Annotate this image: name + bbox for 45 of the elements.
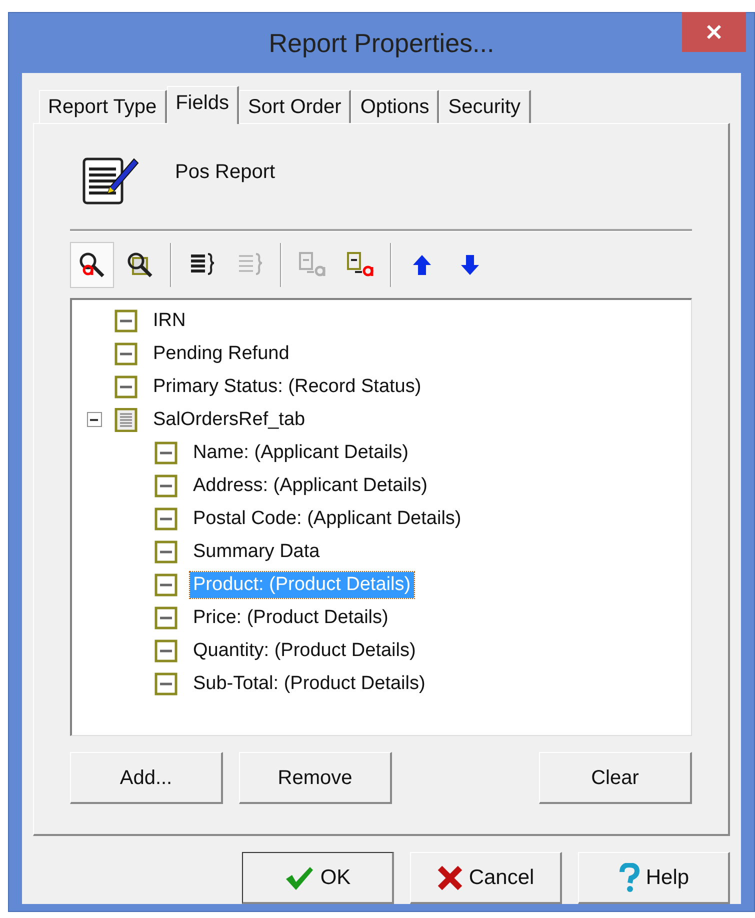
tree-item[interactable]: Price: (Product Details) <box>190 604 392 630</box>
field-icon <box>114 308 138 332</box>
magnifier-icon <box>77 250 107 280</box>
tab[interactable]: Security <box>439 90 530 123</box>
field-icon <box>154 506 178 530</box>
dialog-button[interactable]: Help <box>578 852 730 904</box>
checkmark-icon <box>284 864 314 890</box>
tree-item[interactable]: Name: (Applicant Details) <box>190 440 412 466</box>
tree-item[interactable]: SalOrdersRef_tab <box>150 406 308 432</box>
tree-item[interactable]: Primary Status: (Record Status) <box>150 374 424 400</box>
tree-item[interactable]: Quantity: (Product Details) <box>190 638 419 664</box>
field-icon <box>154 572 178 596</box>
panel-button[interactable]: Clear <box>539 752 692 804</box>
tree-item[interactable]: Summary Data <box>190 538 323 564</box>
tab[interactable]: Sort Order <box>238 90 352 123</box>
panel-button[interactable]: Add... <box>70 752 223 804</box>
field-icon <box>154 606 178 630</box>
table-icon <box>114 408 138 432</box>
magnifier-icon <box>125 250 155 280</box>
toolbar-button[interactable] <box>70 242 114 288</box>
field-icon <box>154 440 178 464</box>
close-icon <box>706 24 722 40</box>
field-icon <box>114 342 138 366</box>
close-button[interactable] <box>682 12 746 52</box>
field-icon <box>154 672 178 696</box>
dialog-button[interactable]: Cancel <box>410 852 562 904</box>
tab[interactable]: Fields <box>166 86 239 124</box>
tree-item[interactable]: Sub-Total: (Product Details) <box>190 670 428 696</box>
tab[interactable]: Options <box>351 90 440 123</box>
window-title: Report Properties... <box>268 26 494 60</box>
tree-item[interactable]: Pending Refund <box>150 340 292 366</box>
x-icon <box>436 864 463 890</box>
tree-item[interactable]: Address: (Applicant Details) <box>190 472 430 498</box>
panel-button[interactable]: Remove <box>239 752 392 804</box>
field-icon <box>114 374 138 398</box>
field-icon <box>154 540 178 564</box>
field-icon <box>154 474 178 498</box>
report-name: Pos Report <box>175 160 276 184</box>
field-icon <box>154 638 178 662</box>
tree-item[interactable]: IRN <box>150 308 189 334</box>
tab[interactable]: Report Type <box>39 90 167 123</box>
collapse-toggle[interactable] <box>86 412 102 427</box>
dialog-button[interactable]: OK <box>242 852 394 904</box>
tree-item[interactable]: Postal Code: (Applicant Details) <box>190 506 464 532</box>
question-mark-icon <box>618 862 640 892</box>
